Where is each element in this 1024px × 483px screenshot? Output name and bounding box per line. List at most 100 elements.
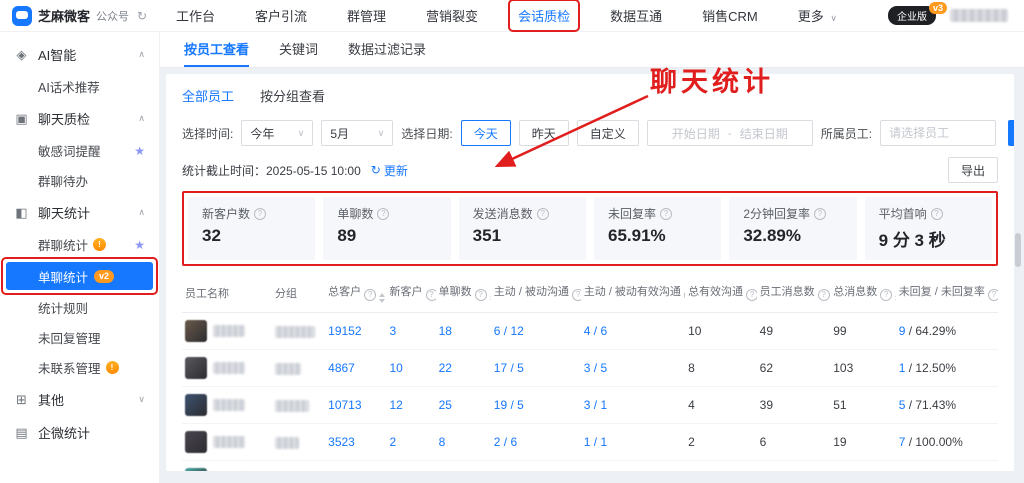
logo[interactable]: 芝麻微客 公众号 ↻ <box>0 6 168 26</box>
stat-cell-value[interactable]: 22 <box>439 361 452 375</box>
stat-cell-value[interactable]: 2 / 6 <box>494 435 517 449</box>
column-header[interactable]: 单聊数? <box>436 274 491 313</box>
export-button[interactable]: 导出 <box>948 157 998 183</box>
info-icon[interactable]: ? <box>931 208 943 220</box>
stat-cell-value[interactable]: 4867 <box>328 361 355 375</box>
column-header[interactable]: 总客户? <box>325 274 386 313</box>
nav-item-marketing-fission[interactable]: 营销裂变 <box>424 2 480 29</box>
nav-item-sales-crm[interactable]: 销售CRM <box>700 2 760 29</box>
user-name-redacted[interactable] <box>950 9 1008 22</box>
stat-cell-value[interactable]: 8 <box>439 435 446 449</box>
column-header[interactable]: 新客户? <box>387 274 436 313</box>
stat-cell-value[interactable]: 4 / 6 <box>584 324 607 338</box>
stat-cell-value[interactable]: 3 <box>390 324 397 338</box>
column-header[interactable]: 未回复 / 未回复率? <box>896 274 998 313</box>
yesterday-button[interactable]: 昨天 <box>519 120 569 146</box>
stat-cell-value[interactable]: 19152 <box>328 324 361 338</box>
sidebar-item-single-chat-stats[interactable]: 单聊统计 v2 <box>6 262 153 290</box>
year-select[interactable]: 今年 ∨ <box>241 120 313 146</box>
sidebar-item-stat-rules[interactable]: 统计规则 <box>0 293 159 322</box>
stat-cell-value[interactable]: 3 / 1 <box>584 398 607 412</box>
sidebar-item-group-chat-stats[interactable]: 群聊统计 ! ★ <box>0 230 159 259</box>
column-header[interactable]: 总消息数? <box>830 274 895 313</box>
item-label: AI话术推荐 <box>38 77 100 96</box>
column-header[interactable]: 员工名称 <box>182 274 272 313</box>
today-button[interactable]: 今天 <box>461 120 511 146</box>
sidebar-item-unreplied-management[interactable]: 未回复管理 <box>0 323 159 352</box>
sidebar-item-sensitive-words[interactable]: 敏感词提醒 ★ <box>0 136 159 165</box>
qiwei-stats-icon: ▤ <box>14 425 29 441</box>
nav-item-workbench[interactable]: 工作台 <box>174 2 217 29</box>
sidebar-section-ai[interactable]: ◈ AI智能 ∧ <box>0 38 159 71</box>
refresh-link[interactable]: ↻ 更新 <box>371 162 408 179</box>
tab-by-employee[interactable]: 按员工查看 <box>184 39 249 67</box>
tab-keywords[interactable]: 关键词 <box>279 39 318 67</box>
edition-badge[interactable]: 企业版 v3 <box>888 6 936 25</box>
stat-cell-value: 8 <box>688 361 695 375</box>
sidebar-item-group-todo[interactable]: 群聊待办 <box>0 166 159 195</box>
custom-date-button[interactable]: 自定义 <box>577 120 639 146</box>
info-icon[interactable]: ? <box>746 289 757 301</box>
sidebar-section-other[interactable]: ⊞ 其他 ∨ <box>0 383 159 416</box>
search-button[interactable]: 搜索 <box>1008 120 1014 146</box>
info-icon[interactable]: ? <box>537 208 549 220</box>
section-label: 聊天统计 <box>38 203 90 222</box>
nav-item-more[interactable]: 更多 ∨ <box>796 2 839 29</box>
stat-cell-value[interactable]: 10713 <box>328 398 361 412</box>
stat-cell-value[interactable]: 25 <box>439 398 452 412</box>
vertical-scrollbar-thumb[interactable] <box>1015 233 1021 267</box>
sort-desc-icon <box>490 299 491 303</box>
stat-cell-value[interactable]: 10 <box>390 361 403 375</box>
subtab-by-group[interactable]: 按分组查看 <box>260 86 325 109</box>
sidebar-section-chat-qc[interactable]: ▣ 聊天质检 ∧ <box>0 102 159 135</box>
nav-item-customer-acquisition[interactable]: 客户引流 <box>253 2 309 29</box>
info-icon[interactable]: ? <box>814 208 826 220</box>
column-header[interactable]: 员工消息数? <box>757 274 831 313</box>
date-range-input[interactable]: 开始日期 - 结束日期 <box>647 120 813 146</box>
info-icon[interactable]: ? <box>572 289 581 301</box>
info-icon[interactable]: ? <box>818 289 830 301</box>
subtab-all-employees[interactable]: 全部员工 <box>182 86 234 109</box>
nav-item-conversation-qc[interactable]: 会话质检 <box>516 2 572 29</box>
annotation-title: 聊天统计 <box>650 60 774 99</box>
stat-cell-value[interactable]: 6 / 12 <box>494 324 524 338</box>
info-icon[interactable]: ? <box>988 289 998 301</box>
stat-cell-value[interactable]: 2 <box>390 435 397 449</box>
info-icon[interactable]: ? <box>254 208 266 220</box>
stat-cell-value[interactable]: 3523 <box>328 435 355 449</box>
tab-data-filter-records[interactable]: 数据过滤记录 <box>348 39 426 67</box>
column-header[interactable]: 分组 <box>272 274 325 313</box>
info-icon[interactable]: ? <box>377 208 389 220</box>
nav-item-data-interop[interactable]: 数据互通 <box>608 2 664 29</box>
sidebar-section-qiwei-stats[interactable]: ▤ 企微统计 <box>0 416 159 449</box>
column-header[interactable]: 总有效沟通? <box>685 274 757 313</box>
staff-select-input[interactable] <box>880 120 996 146</box>
stat-cell-value[interactable]: 19 / 5 <box>494 398 524 412</box>
info-icon[interactable]: ? <box>660 208 672 220</box>
stat-cell-value[interactable]: 1 / 1 <box>584 435 607 449</box>
sidebar-section-chat-stats[interactable]: ◧ 聊天统计 ∧ <box>0 196 159 229</box>
column-header[interactable]: 主动 / 被动沟通? <box>491 274 581 313</box>
sidebar-item-ai-script[interactable]: AI话术推荐 <box>0 72 159 101</box>
stat-cell-value[interactable]: 17 / 5 <box>494 361 524 375</box>
info-icon[interactable]: ? <box>475 289 487 301</box>
refresh-icon[interactable]: ↻ <box>137 9 147 23</box>
sort-icon[interactable] <box>379 293 385 303</box>
info-icon[interactable]: ? <box>880 289 892 301</box>
stat-cell: 2 <box>387 461 436 472</box>
column-header-label: 总消息数 <box>833 286 877 298</box>
stat-cell-value[interactable]: 18 <box>439 324 452 338</box>
info-icon[interactable]: ? <box>364 289 376 301</box>
info-icon[interactable]: ? <box>426 289 436 301</box>
stat-cell-value[interactable]: 12 <box>390 398 403 412</box>
stat-cell-value[interactable]: 3 / 5 <box>584 361 607 375</box>
stat-cell: 18 <box>436 313 491 350</box>
stat-cell: 10 <box>685 313 757 350</box>
column-header[interactable]: 主动 / 被动有效沟通? <box>581 274 685 313</box>
nav-item-group-management[interactable]: 群管理 <box>345 2 388 29</box>
sidebar-item-uncontacted-management[interactable]: 未联系管理 ! <box>0 353 159 382</box>
sort-icon[interactable] <box>490 293 491 303</box>
table-header-row: 员工名称分组总客户?新客户?单聊数?主动 / 被动沟通?主动 / 被动有效沟通?… <box>182 274 998 313</box>
info-icon[interactable]: ? <box>684 289 685 301</box>
month-select[interactable]: 5月 ∨ <box>321 120 393 146</box>
